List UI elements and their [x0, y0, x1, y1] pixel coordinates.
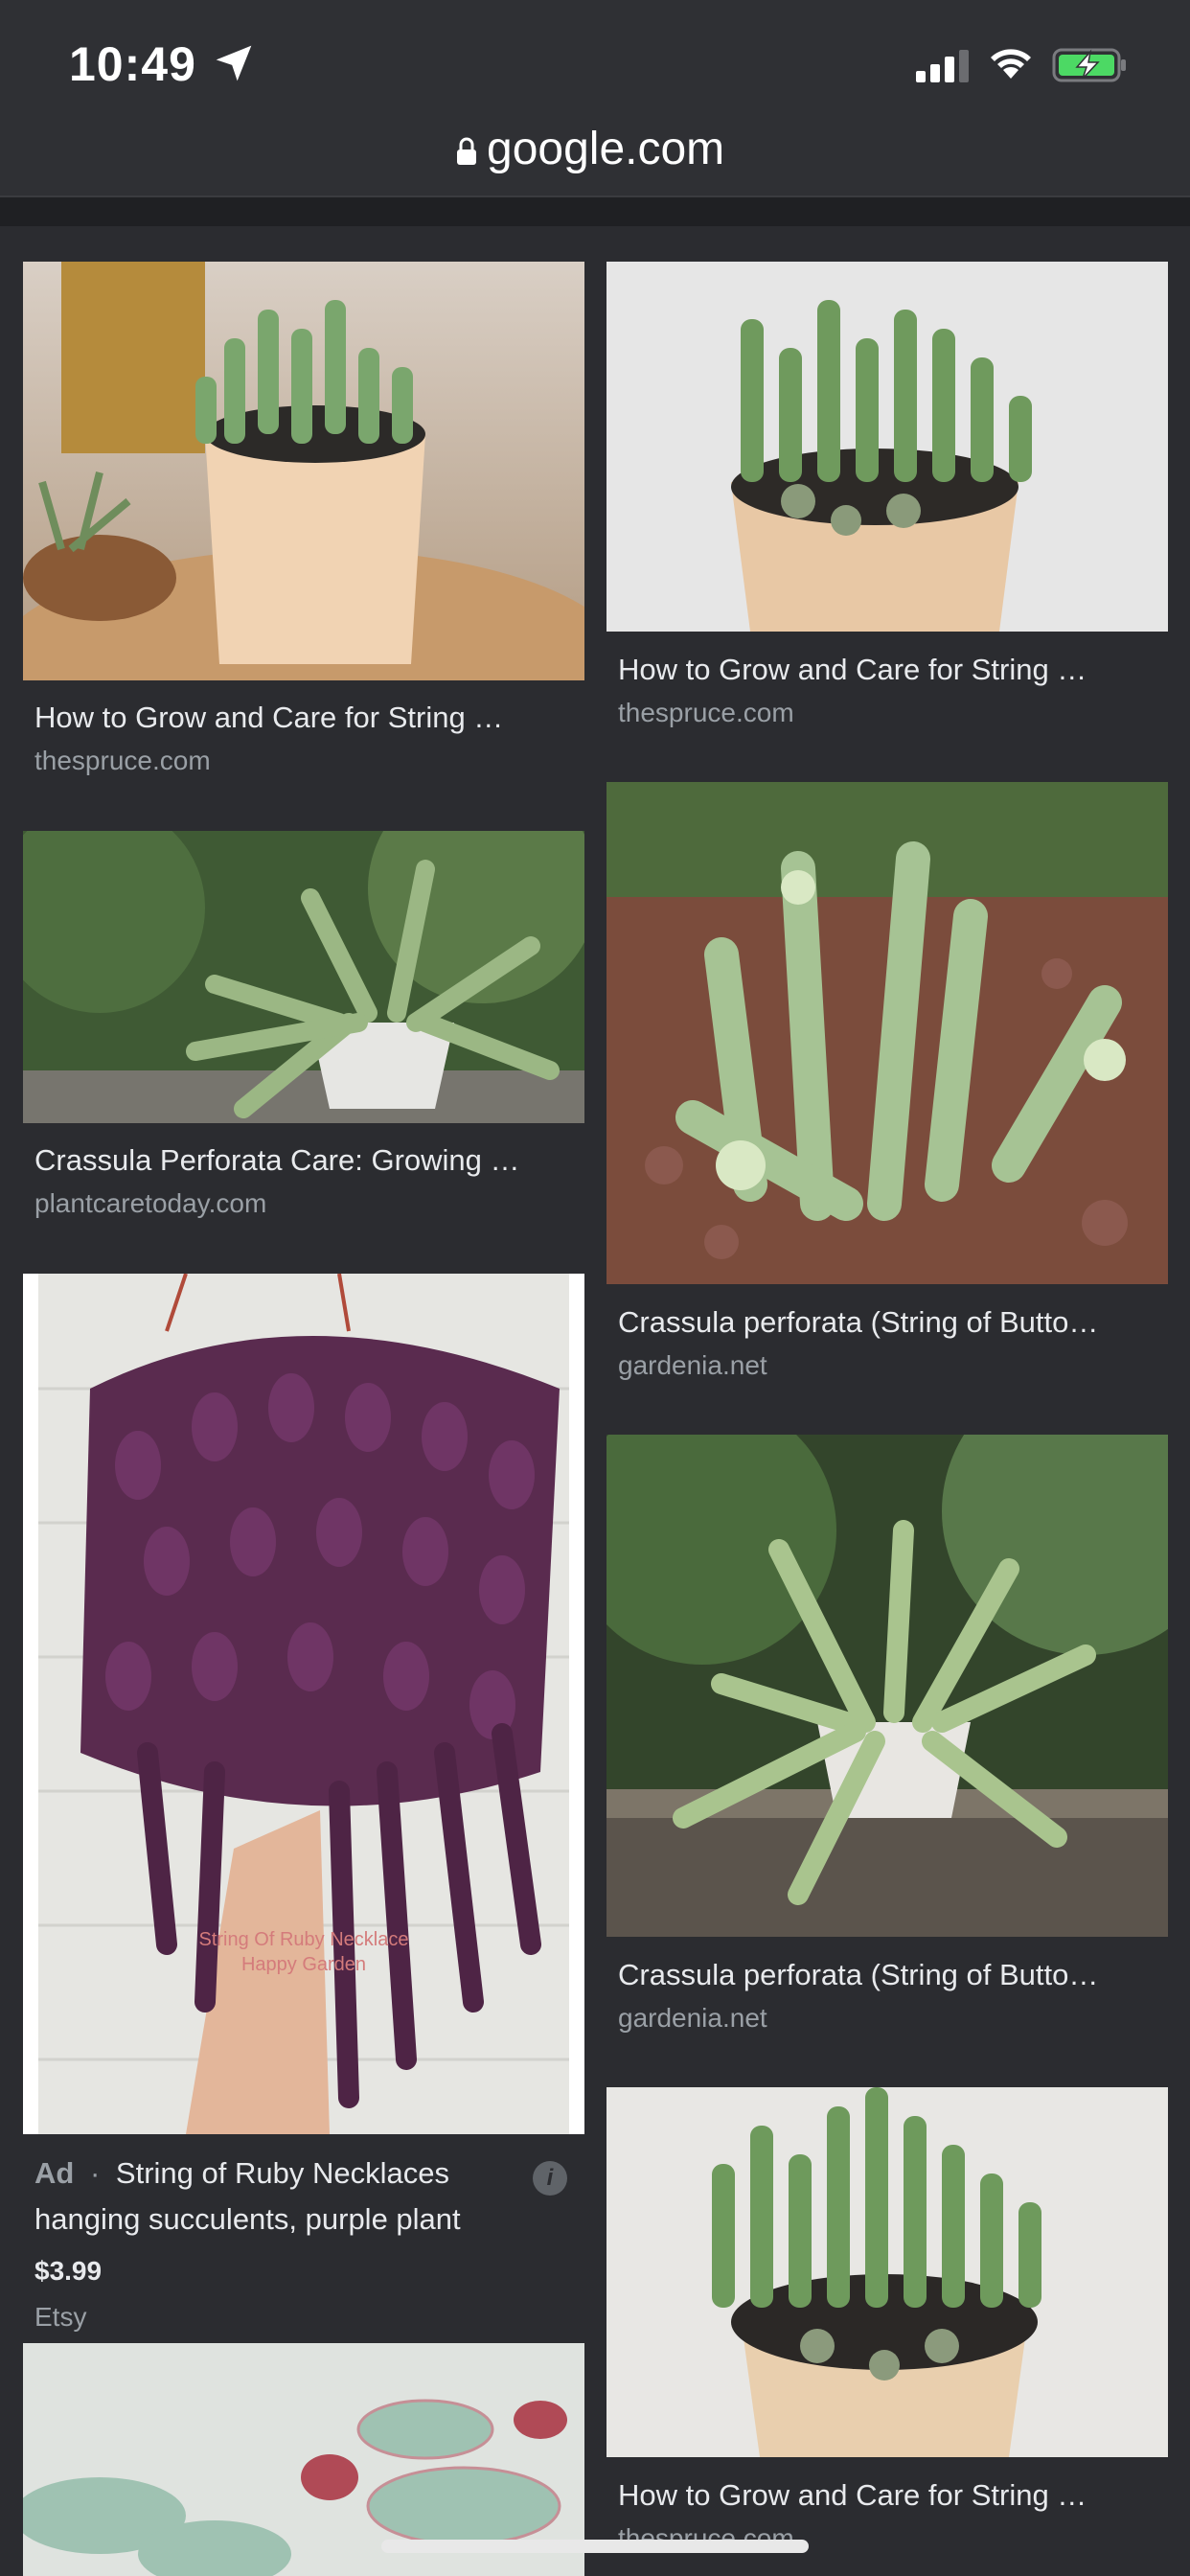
ad-dot: ·	[89, 2156, 101, 2190]
result-title[interactable]: How to Grow and Care for String …	[618, 2478, 1168, 2513]
location-arrow-icon	[216, 45, 252, 81]
result-card[interactable]: How to Grow and Care for String … thespr…	[606, 262, 1168, 741]
ad-title-line-2[interactable]: hanging succulents, purple plant	[34, 2196, 461, 2243]
wifi-icon	[991, 49, 1031, 79]
result-card[interactable]: Crassula perforata (String of Butto… gar…	[606, 782, 1168, 1386]
ad-card[interactable]: String Of Ruby Necklace Happy Garden Ad …	[23, 1274, 584, 2337]
ad-thumbnail[interactable]: String Of Ruby Necklace Happy Garden	[23, 1274, 584, 2134]
watermark-line-2: Happy Garden	[240, 1954, 367, 1975]
result-source: thespruce.com	[34, 746, 211, 775]
status-time: 10:49	[69, 37, 196, 91]
address-bar[interactable]: google.com	[0, 115, 1190, 196]
info-icon[interactable]: i	[533, 2161, 567, 2196]
ad-badge: Ad	[34, 2156, 75, 2190]
result-card[interactable]: Crassula Perforata Care: Growing … plant…	[23, 831, 584, 1224]
home-indicator[interactable]	[381, 2540, 809, 2553]
result-thumbnail[interactable]	[606, 2087, 1168, 2457]
battery-charging-icon	[1052, 48, 1126, 82]
result-card[interactable]: How to Grow and Care for String … thespr…	[23, 262, 584, 789]
result-title[interactable]: Crassula Perforata Care: Growing …	[34, 1143, 584, 1178]
result-thumbnail[interactable]	[606, 1435, 1168, 1937]
result-source: gardenia.net	[618, 2003, 767, 2033]
result-thumbnail[interactable]	[23, 262, 584, 680]
result-title[interactable]: Crassula perforata (String of Butto…	[618, 1305, 1168, 1340]
ad-title[interactable]: Ad · String of Ruby Necklaces	[34, 2150, 571, 2197]
ad-seller: Etsy	[34, 2302, 87, 2332]
result-thumbnail[interactable]	[23, 831, 584, 1123]
result-source: gardenia.net	[618, 1350, 767, 1380]
result-thumbnail[interactable]	[606, 782, 1168, 1284]
toolbar-divider	[0, 196, 1190, 226]
result-title[interactable]: Crassula perforata (String of Butto…	[618, 1958, 1168, 1992]
lock-icon	[457, 137, 476, 165]
cellular-signal-icon	[916, 50, 969, 82]
result-card[interactable]: How to Grow and Care for String … thespr…	[606, 2087, 1168, 2576]
watermark-line-1: String Of Ruby Necklace	[198, 1929, 409, 1950]
ad-title-line-1: String of Ruby Necklaces	[115, 2156, 449, 2190]
url-text: google.com	[487, 124, 725, 174]
status-bar: 10:49	[0, 0, 1190, 125]
result-card[interactable]: Crassula perforata (String of Butto… gar…	[606, 1435, 1168, 2048]
ad-price: $3.99	[34, 2256, 103, 2286]
result-source: plantcaretoday.com	[34, 1188, 267, 1218]
result-source: thespruce.com	[618, 698, 794, 727]
result-title[interactable]: How to Grow and Care for String …	[618, 653, 1168, 687]
result-thumbnail[interactable]	[606, 262, 1168, 632]
result-title[interactable]: How to Grow and Care for String …	[34, 701, 584, 735]
ad-watermark: String Of Ruby Necklace Happy Garden	[23, 1927, 584, 1977]
